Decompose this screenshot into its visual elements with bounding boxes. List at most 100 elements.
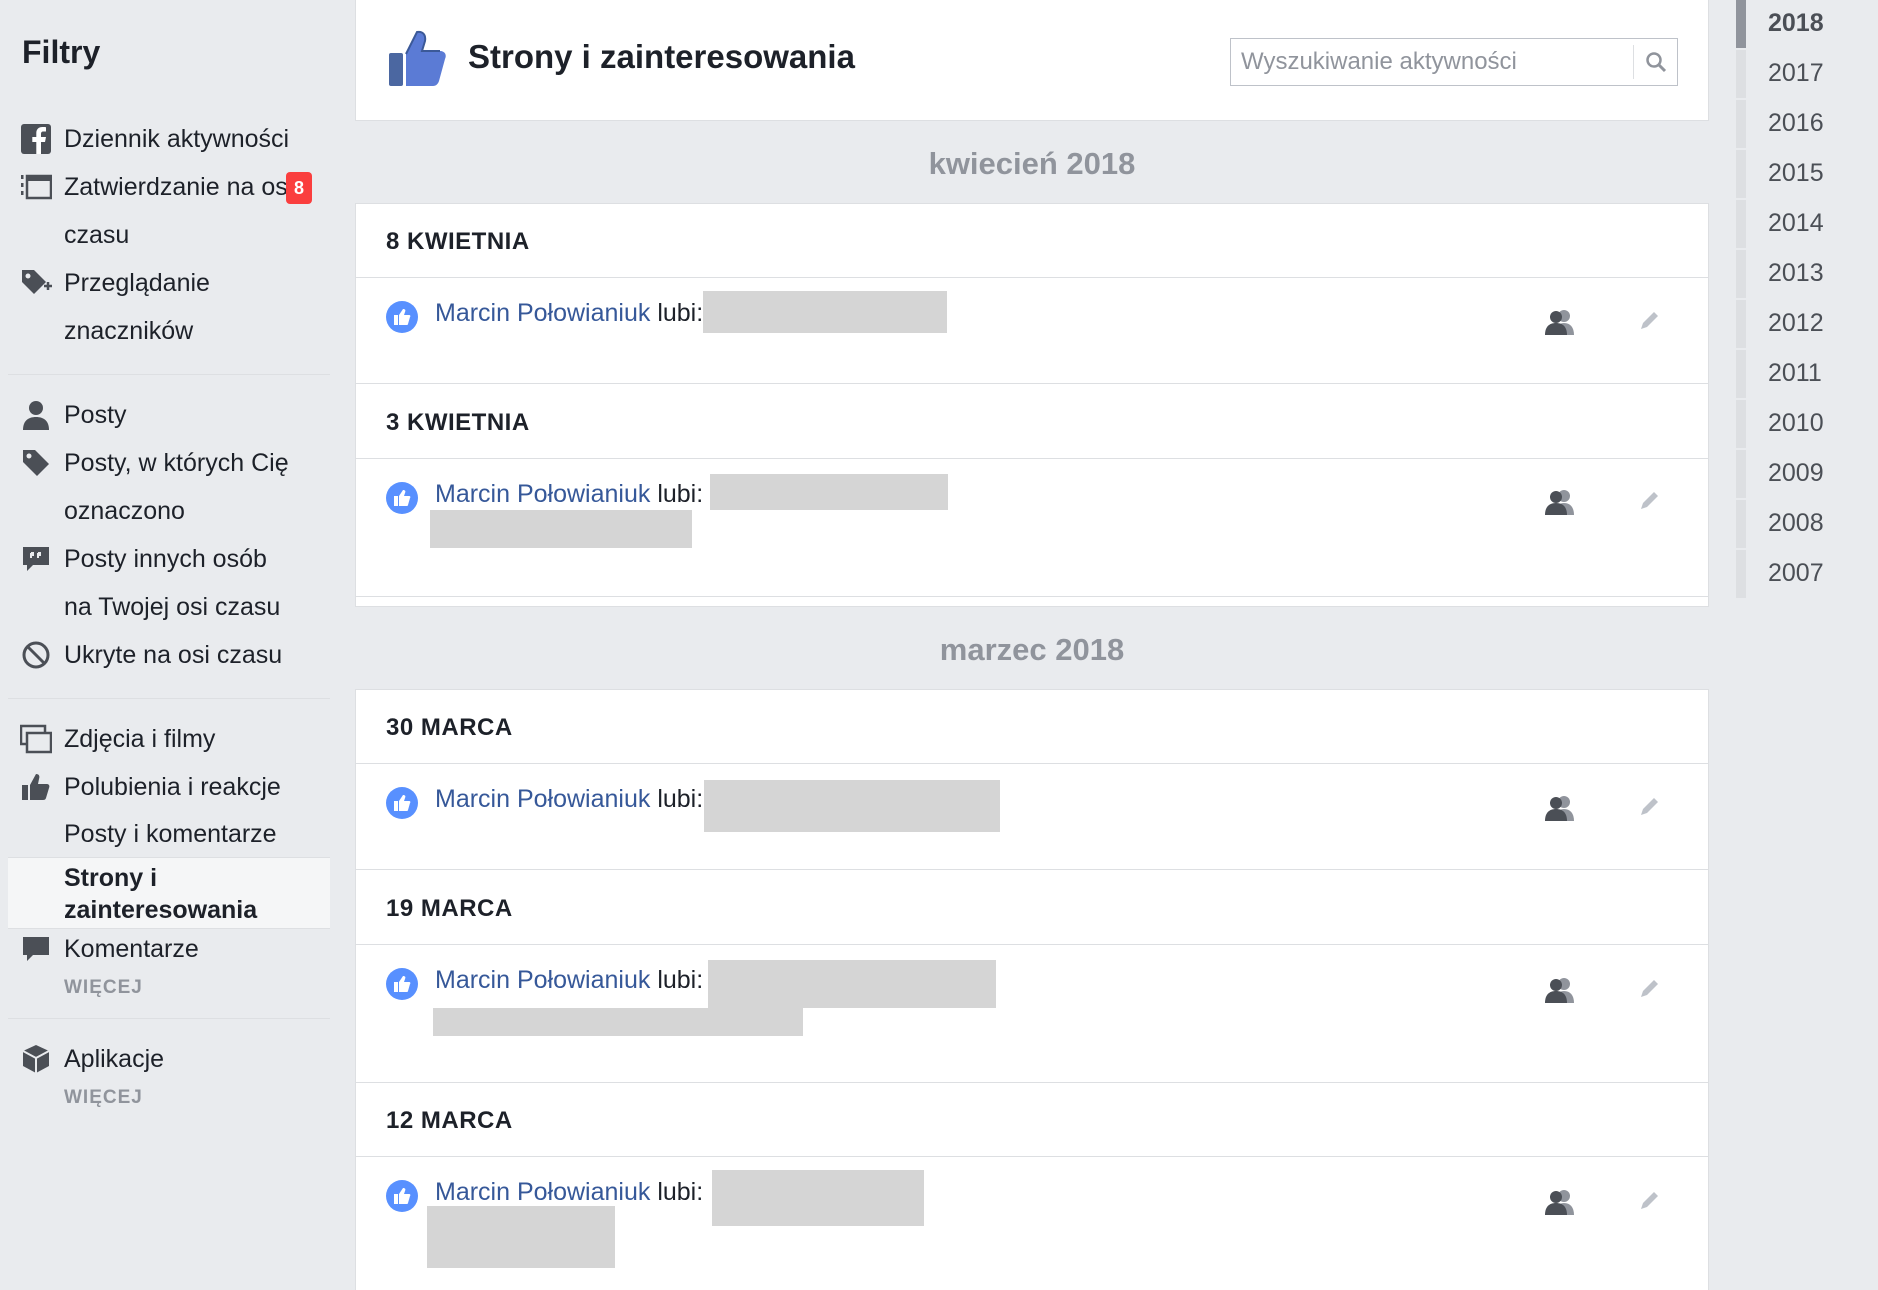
year-link-2010[interactable]: 2010 [1736, 400, 1866, 448]
redacted-block [704, 780, 1000, 832]
day-header: 19 MARCA [356, 871, 1708, 945]
year-link-2014[interactable]: 2014 [1736, 200, 1866, 248]
entry-verb: lubi: [650, 785, 704, 813]
sidebar-item-posts[interactable]: Posty [8, 391, 330, 439]
sidebar-divider [8, 698, 330, 699]
sidebar-item-label: Dziennik aktywności [64, 125, 290, 153]
tag-review-icon [20, 267, 52, 299]
sidebar-item-label: Polubienia i reakcje [64, 773, 281, 801]
filters-sidebar: Filtry Dziennik aktywności Zatwierdzanie… [0, 0, 340, 1290]
year-link-2015[interactable]: 2015 [1736, 150, 1866, 198]
redacted-block [427, 1206, 615, 1268]
year-link-2018[interactable]: 2018 [1736, 0, 1866, 48]
day-header: 3 KWIETNIA [356, 385, 1708, 459]
actor-link[interactable]: Marcin Połowianiuk [435, 785, 650, 813]
year-link-2011[interactable]: 2011 [1736, 350, 1866, 398]
sidebar-title: Filtry [22, 34, 101, 70]
sidebar-group-comments: Komentarze WIĘCEJ [8, 925, 330, 999]
entry-verb: lubi: [650, 966, 704, 994]
sidebar-item-label: Zatwierdzanie na osi czasu [64, 173, 294, 249]
day-header: 30 MARCA [356, 690, 1708, 764]
sidebar-divider [8, 374, 330, 375]
audience-friends-icon[interactable] [1542, 486, 1578, 518]
actor-link[interactable]: Marcin Połowianiuk [435, 480, 650, 508]
like-icon [386, 482, 418, 514]
likes-submenu: Posty i komentarze Strony i zainteresowa… [8, 811, 330, 929]
day-date: 8 KWIETNIA [386, 228, 530, 255]
search-icon[interactable] [1633, 45, 1677, 79]
sidebar-item-apps[interactable]: Aplikacje [8, 1035, 330, 1083]
entry-text: Marcin Połowianiuk lubi: [435, 785, 703, 814]
entry-text: Marcin Połowianiuk lubi: [435, 1178, 703, 1207]
activity-entry: Marcin Połowianiuk lubi: [356, 946, 1708, 1083]
sidebar-divider [8, 1018, 330, 1019]
sidebar-subitem-pages-interests[interactable]: Strony i zainteresowania [8, 857, 330, 929]
sidebar-item-label: Posty innych osób na Twojej osi czasu [64, 545, 281, 621]
day-header: 12 MARCA [356, 1083, 1708, 1157]
sidebar-subitem-posts-comments[interactable]: Posty i komentarze [8, 811, 330, 857]
search-input[interactable] [1231, 39, 1633, 85]
year-link-2016[interactable]: 2016 [1736, 100, 1866, 148]
sidebar-group-apps: Aplikacje WIĘCEJ [8, 1035, 330, 1109]
apps-cube-icon [20, 1043, 52, 1075]
entry-text: Marcin Połowianiuk lubi: [435, 480, 703, 509]
like-icon [386, 301, 418, 333]
sidebar-item-hidden[interactable]: Ukryte na osi czasu [8, 631, 330, 679]
thumbs-up-icon [386, 28, 448, 93]
redacted-block [708, 960, 996, 1008]
sidebar-item-comments[interactable]: Komentarze [8, 925, 330, 973]
person-icon [20, 399, 52, 431]
sidebar-item-tagged-posts[interactable]: Posty, w których Cię oznaczono [8, 439, 330, 535]
edit-pencil-icon[interactable] [1634, 792, 1664, 822]
year-link-2009[interactable]: 2009 [1736, 450, 1866, 498]
quote-bubble-icon [20, 543, 52, 575]
audience-friends-icon[interactable] [1542, 974, 1578, 1006]
facebook-icon [20, 123, 52, 155]
sidebar-item-likes[interactable]: Polubienia i reakcje [8, 763, 330, 811]
more-link[interactable]: WIĘCEJ [8, 1087, 330, 1109]
sidebar-item-photos[interactable]: Zdjęcia i filmy [8, 715, 330, 763]
sidebar-item-label: Posty, w których Cię oznaczono [64, 449, 289, 525]
entry-verb: lubi: [650, 480, 704, 508]
audience-friends-icon[interactable] [1542, 306, 1578, 338]
edit-pencil-icon[interactable] [1634, 486, 1664, 516]
activity-entry: Marcin Połowianiuk lubi: [356, 765, 1708, 870]
actor-link[interactable]: Marcin Połowianiuk [435, 1178, 650, 1206]
edit-pencil-icon[interactable] [1634, 974, 1664, 1004]
sidebar-item-tag-review[interactable]: Przeglądanie znaczników [8, 259, 330, 355]
month-header: marzec 2018 [939, 632, 1125, 667]
actor-link[interactable]: Marcin Połowianiuk [435, 966, 650, 994]
year-link-2008[interactable]: 2008 [1736, 500, 1866, 548]
activity-entry: Marcin Połowianiuk lubi: [356, 1158, 1708, 1290]
month-header: kwiecień 2018 [928, 146, 1136, 181]
audience-friends-icon[interactable] [1542, 792, 1578, 824]
edit-pencil-icon[interactable] [1634, 1186, 1664, 1216]
year-link-2013[interactable]: 2013 [1736, 250, 1866, 298]
timeline-review-icon [20, 171, 52, 203]
like-icon [386, 787, 418, 819]
year-link-2017[interactable]: 2017 [1736, 50, 1866, 98]
more-link[interactable]: WIĘCEJ [8, 977, 330, 999]
year-link-2007[interactable]: 2007 [1736, 550, 1866, 598]
page-title: Strony i zainteresowania [468, 38, 855, 75]
sidebar-group-media: Zdjęcia i filmy Polubienia i reakcje [8, 715, 330, 811]
redacted-block [703, 291, 947, 333]
entry-verb: lubi: [650, 299, 704, 327]
redacted-block [430, 510, 692, 548]
sidebar-item-activity-log[interactable]: Dziennik aktywności [8, 115, 330, 163]
entry-text: Marcin Połowianiuk lubi: [435, 299, 703, 328]
edit-pencil-icon[interactable] [1634, 306, 1664, 336]
sidebar-item-label: Przeglądanie znaczników [64, 269, 210, 345]
sidebar-group-activity: Dziennik aktywności Zatwierdzanie na osi… [8, 115, 330, 355]
day-date: 3 KWIETNIA [386, 409, 530, 436]
sidebar-item-others-posts[interactable]: Posty innych osób na Twojej osi czasu [8, 535, 330, 631]
like-icon [386, 968, 418, 1000]
audience-friends-icon[interactable] [1542, 1186, 1578, 1218]
day-date: 30 MARCA [386, 714, 513, 741]
actor-link[interactable]: Marcin Połowianiuk [435, 299, 650, 327]
notification-badge: 8 [286, 172, 312, 204]
comment-icon [20, 933, 52, 965]
page-header: Strony i zainteresowania [355, 0, 1709, 121]
sidebar-item-timeline-review[interactable]: Zatwierdzanie na osi czasu 8 [8, 163, 330, 259]
year-link-2012[interactable]: 2012 [1736, 300, 1866, 348]
